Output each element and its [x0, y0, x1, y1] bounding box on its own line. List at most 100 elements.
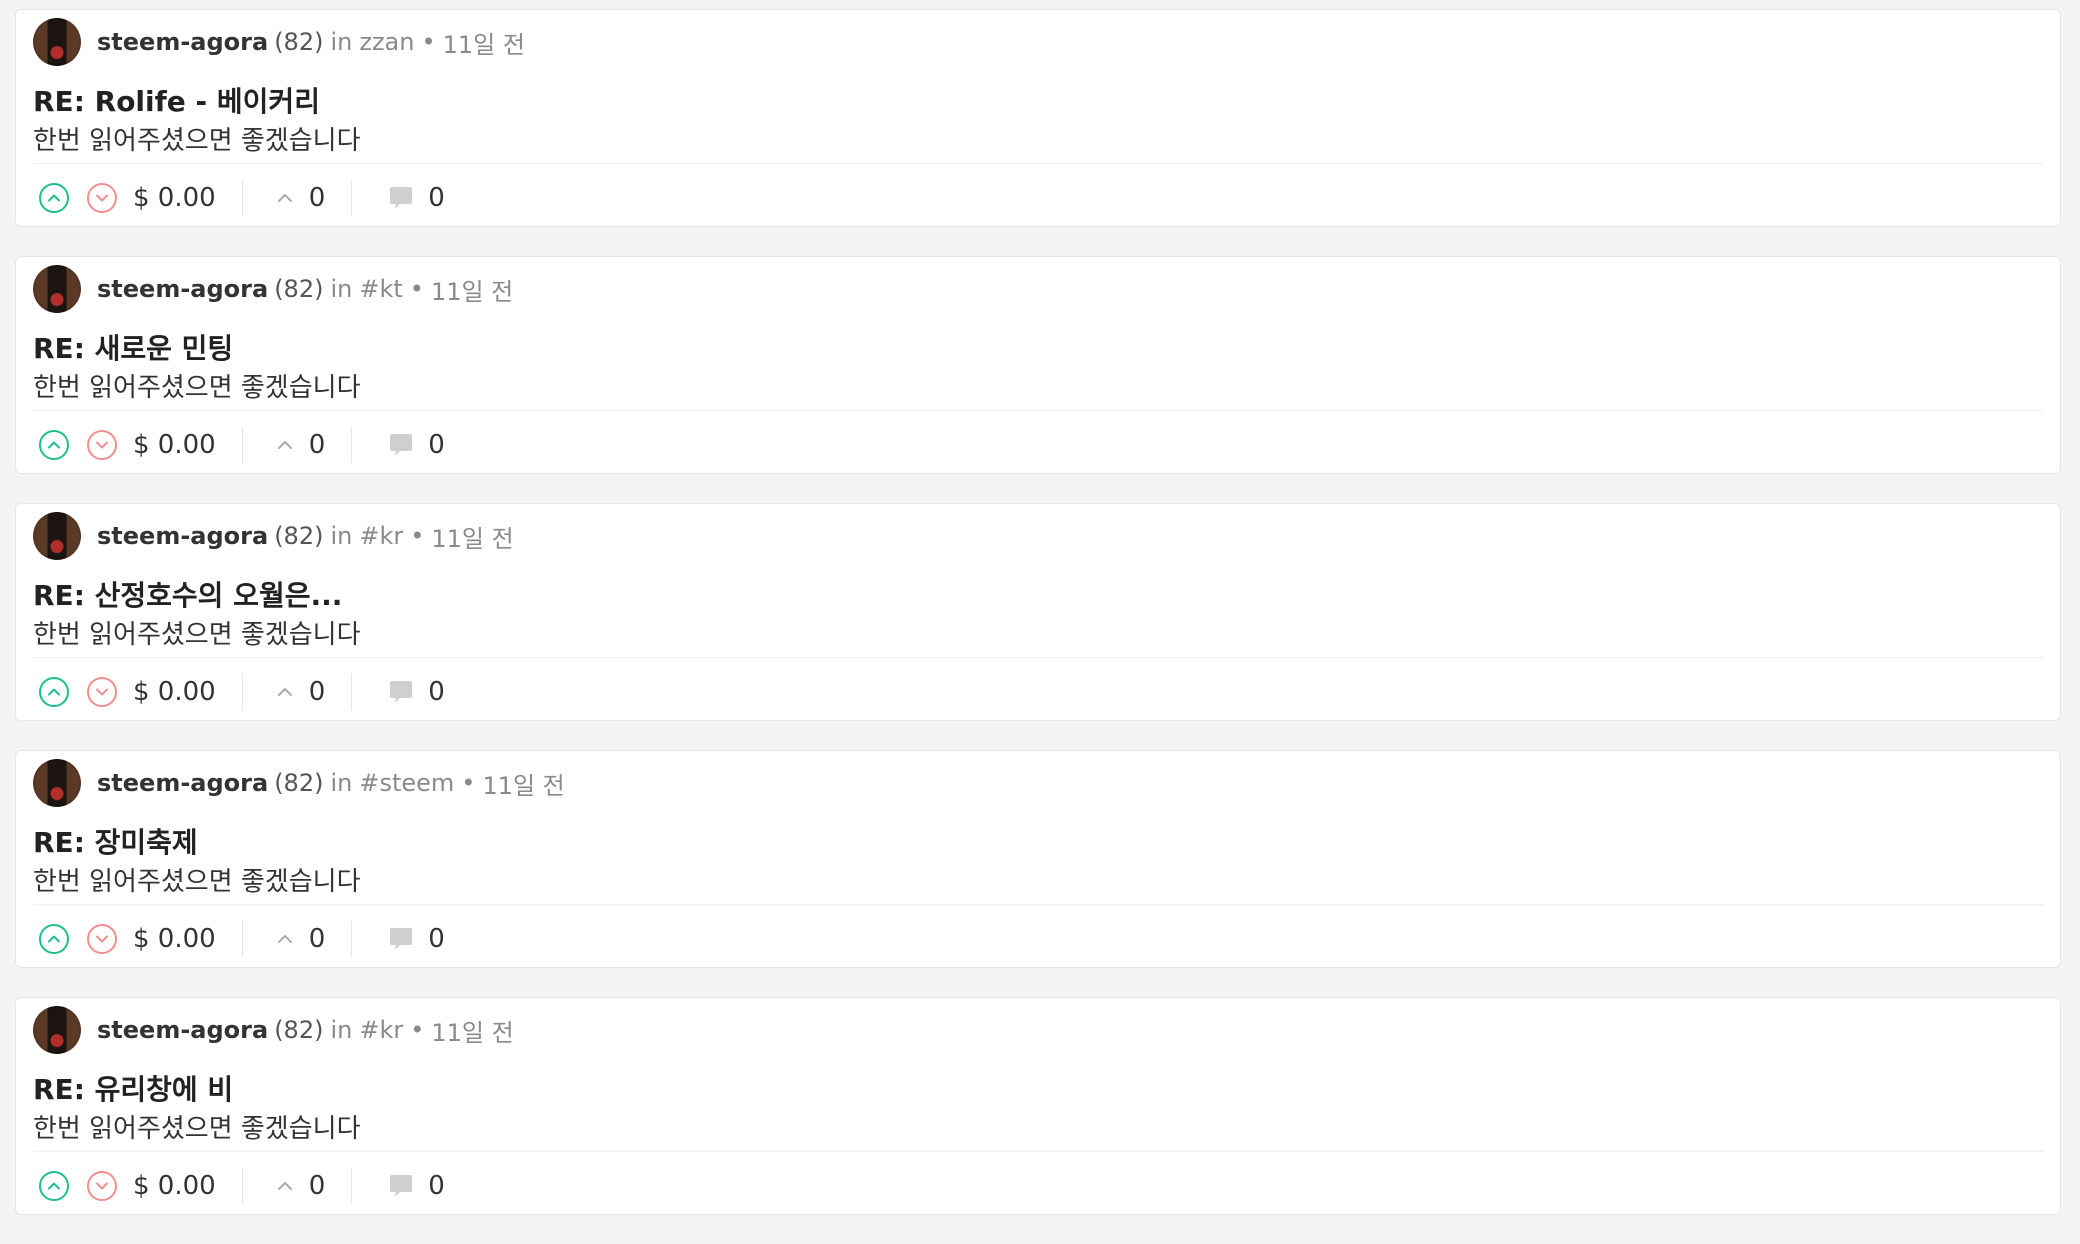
meta-separator: •	[461, 769, 476, 797]
community-link[interactable]: zzan	[359, 28, 414, 56]
comments-button[interactable]: 0	[386, 677, 445, 707]
divider	[33, 410, 2043, 411]
community-link[interactable]: #kr	[359, 522, 403, 550]
post-body[interactable]: 한번 읽어주셨으면 좋겠습니다	[33, 120, 361, 157]
vote-count-button[interactable]: 0	[275, 924, 326, 954]
avatar[interactable]	[33, 18, 81, 66]
comment-count: 0	[428, 183, 445, 213]
post-title[interactable]: RE: 산정호수의 오월은...	[33, 574, 342, 614]
avatar[interactable]	[33, 512, 81, 560]
chevron-up-icon	[277, 441, 292, 449]
comment-count: 0	[428, 430, 445, 460]
post-actions: $ 0.00 0 0	[39, 668, 445, 716]
community-link[interactable]: #steem	[359, 769, 454, 797]
reputation-score: (82)	[274, 28, 324, 56]
post-title[interactable]: RE: 장미축제	[33, 821, 198, 861]
comments-button[interactable]: 0	[386, 924, 445, 954]
vote-count-button[interactable]: 0	[275, 677, 326, 707]
chevron-up-icon	[277, 1182, 292, 1190]
meta-separator: •	[409, 275, 424, 303]
post-body[interactable]: 한번 읽어주셨으면 좋겠습니다	[33, 614, 361, 651]
post-time[interactable]: 11일 전	[443, 25, 525, 60]
downvote-icon[interactable]	[87, 924, 117, 954]
comments-button[interactable]: 0	[386, 430, 445, 460]
payout-value[interactable]: $ 0.00	[133, 183, 216, 213]
comments-button[interactable]: 0	[386, 183, 445, 213]
payout-value[interactable]: $ 0.00	[133, 924, 216, 954]
downvote-icon[interactable]	[87, 1171, 117, 1201]
action-separator	[351, 427, 353, 463]
avatar[interactable]	[33, 759, 81, 807]
divider	[33, 1151, 2043, 1152]
vote-count-button[interactable]: 0	[275, 183, 326, 213]
upvote-icon[interactable]	[39, 924, 69, 954]
post-title[interactable]: RE: Rolife - 베이커리	[33, 80, 320, 120]
upvote-icon[interactable]	[39, 183, 69, 213]
post-actions: $ 0.00 0 0	[39, 915, 445, 963]
upvote-icon[interactable]	[39, 430, 69, 460]
vote-count: 0	[308, 183, 326, 213]
vote-count: 0	[308, 924, 326, 954]
post-time[interactable]: 11일 전	[431, 272, 513, 307]
meta-separator: •	[410, 1016, 425, 1044]
chevron-up-icon	[277, 935, 292, 943]
reputation-score: (82)	[274, 769, 324, 797]
payout-value[interactable]: $ 0.00	[133, 430, 216, 460]
community-prefix: in	[330, 769, 353, 797]
downvote-icon[interactable]	[87, 430, 117, 460]
author-link[interactable]: steem-agora	[97, 522, 268, 550]
comment-bubble-icon	[390, 434, 413, 456]
avatar[interactable]	[33, 265, 81, 313]
payout-value[interactable]: $ 0.00	[133, 677, 216, 707]
comment-bubble-icon	[390, 187, 413, 209]
post-body[interactable]: 한번 읽어주셨으면 좋겠습니다	[33, 367, 361, 404]
author-link[interactable]: steem-agora	[97, 769, 268, 797]
downvote-icon[interactable]	[87, 677, 117, 707]
action-separator	[241, 921, 243, 957]
author-link[interactable]: steem-agora	[97, 1016, 268, 1044]
post-card: steem-agora (82) in #kr • 11일 전 RE: 산정호수…	[15, 503, 2061, 721]
comments-button[interactable]: 0	[386, 1171, 445, 1201]
action-separator	[351, 1168, 353, 1204]
community-prefix: in	[330, 28, 353, 56]
post-title[interactable]: RE: 새로운 민팅	[33, 327, 233, 367]
community-prefix: in	[330, 1016, 353, 1044]
community-link[interactable]: #kr	[359, 1016, 403, 1044]
comment-bubble-icon	[390, 1175, 413, 1197]
post-header: steem-agora (82) in #kr • 11일 전	[33, 510, 514, 562]
post-header: steem-agora (82) in #kt • 11일 전	[33, 263, 513, 315]
post-feed: steem-agora (82) in zzan • 11일 전 RE: Rol…	[15, 9, 2061, 1244]
post-time[interactable]: 11일 전	[431, 1013, 513, 1048]
post-time[interactable]: 11일 전	[431, 519, 513, 554]
downvote-icon[interactable]	[87, 183, 117, 213]
meta-separator: •	[421, 28, 436, 56]
post-body[interactable]: 한번 읽어주셨으면 좋겠습니다	[33, 861, 361, 898]
upvote-icon[interactable]	[39, 1171, 69, 1201]
vote-count: 0	[308, 677, 326, 707]
action-separator	[241, 180, 243, 216]
action-separator	[241, 1168, 243, 1204]
action-separator	[351, 921, 353, 957]
vote-count-button[interactable]: 0	[275, 1171, 325, 1201]
post-actions: $ 0.00 0 0	[39, 421, 445, 469]
post-body[interactable]: 한번 읽어주셨으면 좋겠습니다	[33, 1108, 361, 1145]
meta-separator: •	[410, 522, 425, 550]
author-link[interactable]: steem-agora	[97, 275, 268, 303]
avatar[interactable]	[33, 1006, 81, 1054]
community-prefix: in	[330, 275, 353, 303]
vote-count: 0	[308, 430, 326, 460]
comment-bubble-icon	[390, 681, 413, 703]
post-time[interactable]: 11일 전	[482, 766, 564, 801]
post-actions: $ 0.00 0 0	[39, 1162, 445, 1210]
author-link[interactable]: steem-agora	[97, 28, 268, 56]
payout-value[interactable]: $ 0.00	[133, 1171, 216, 1201]
post-card: steem-agora (82) in #kr • 11일 전 RE: 유리창에…	[15, 997, 2061, 1215]
action-separator	[351, 674, 353, 710]
comment-count: 0	[428, 677, 445, 707]
divider	[33, 163, 2043, 164]
community-link[interactable]: #kt	[359, 275, 402, 303]
post-title[interactable]: RE: 유리창에 비	[33, 1068, 233, 1108]
post-header: steem-agora (82) in #steem • 11일 전	[33, 757, 565, 809]
vote-count-button[interactable]: 0	[275, 430, 326, 460]
upvote-icon[interactable]	[39, 677, 69, 707]
